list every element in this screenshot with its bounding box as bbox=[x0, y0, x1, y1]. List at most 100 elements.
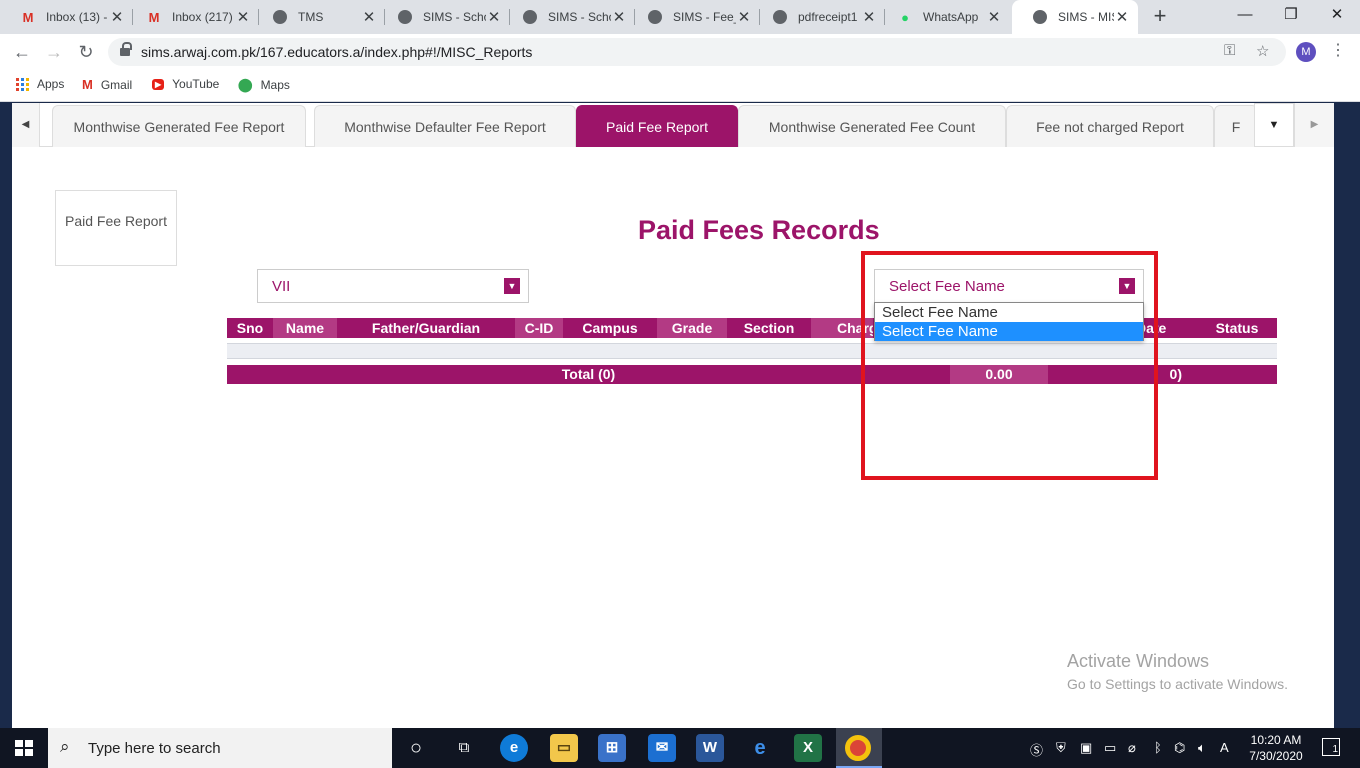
fee-name-option[interactable]: Select Fee Name bbox=[875, 303, 1143, 322]
browser-tab-title: SIMS - Scho bbox=[548, 10, 611, 24]
address-bar[interactable]: sims.arwaj.com.pk/167.educators.a/index.… bbox=[108, 38, 1286, 66]
taskbar-search[interactable]: ⌕ Type here to search bbox=[48, 728, 392, 768]
star-icon[interactable]: ☆ bbox=[1256, 42, 1269, 60]
tab-fee-not-charged[interactable]: Fee not charged Report bbox=[1006, 105, 1214, 147]
reload-button[interactable]: ↻ bbox=[74, 40, 98, 64]
column-header-charges[interactable]: Charg bbox=[811, 318, 873, 338]
scroll-left-icon[interactable]: ◀ bbox=[12, 103, 40, 147]
gmail-icon: M bbox=[82, 77, 93, 92]
wifi-off-icon[interactable]: ⌀ bbox=[1128, 740, 1136, 756]
close-icon[interactable]: ✕ bbox=[235, 8, 251, 26]
internet-explorer-icon[interactable]: e bbox=[746, 734, 774, 762]
globe-icon bbox=[397, 9, 413, 25]
skype-icon[interactable]: Ⓢ bbox=[1030, 740, 1043, 759]
lock-icon bbox=[120, 42, 132, 57]
windows-start-icon[interactable] bbox=[15, 740, 33, 756]
gmail-icon: M bbox=[148, 9, 160, 25]
column-header-name[interactable]: Name bbox=[273, 318, 337, 338]
back-button[interactable]: ← bbox=[10, 40, 34, 64]
browser-tab[interactable]: SIMS - Fee_ ✕ bbox=[627, 0, 760, 34]
bookmark-label: Apps bbox=[37, 77, 65, 91]
browser-tab-active[interactable]: SIMS - MIS ✕ bbox=[1012, 0, 1138, 34]
chrome-icon[interactable] bbox=[845, 735, 871, 761]
network-adapter-icon[interactable]: ▣ bbox=[1080, 740, 1092, 756]
close-icon[interactable]: ✕ bbox=[109, 8, 125, 26]
mail-icon[interactable]: ✉ bbox=[648, 734, 676, 762]
key-icon[interactable]: ⚿ bbox=[1224, 42, 1235, 59]
browser-tab[interactable]: pdfreceipt1 ✕ bbox=[752, 0, 885, 34]
chevron-down-icon: ▼ bbox=[504, 278, 520, 294]
monitor-icon[interactable]: ▭ bbox=[1104, 740, 1116, 756]
minimize-button[interactable]: — bbox=[1222, 0, 1268, 32]
watermark-title: Activate Windows bbox=[1067, 651, 1210, 671]
column-header-grade[interactable]: Grade bbox=[657, 318, 727, 338]
browser-tab[interactable]: SIMS - Scho ✕ bbox=[377, 0, 510, 34]
volume-icon[interactable]: 🔈︎ bbox=[1198, 740, 1206, 756]
bookmark-apps[interactable]: Apps bbox=[16, 77, 64, 91]
close-icon[interactable]: ✕ bbox=[986, 8, 1002, 26]
tabs-dropdown-icon[interactable]: ▼ bbox=[1254, 103, 1294, 147]
tab-monthwise-generated-fee-count[interactable]: Monthwise Generated Fee Count bbox=[738, 105, 1006, 147]
globe-icon bbox=[522, 9, 538, 25]
close-icon[interactable]: ✕ bbox=[361, 8, 377, 26]
word-icon[interactable]: W bbox=[696, 734, 724, 762]
column-header-sno[interactable]: Sno bbox=[227, 318, 273, 338]
table-footer: Total (0) 0.00 0) bbox=[227, 365, 1277, 384]
watermark-subtitle: Go to Settings to activate Windows. bbox=[1067, 676, 1288, 692]
tab-monthwise-generated-fee[interactable]: Monthwise Generated Fee Report bbox=[52, 105, 306, 147]
close-icon[interactable]: ✕ bbox=[486, 8, 502, 26]
bookmark-gmail[interactable]: M Gmail bbox=[82, 77, 132, 92]
browser-tab-title: TMS bbox=[298, 10, 324, 24]
excel-icon[interactable]: X bbox=[794, 734, 822, 762]
fee-name-select[interactable]: Select Fee Name ▼ bbox=[874, 269, 1144, 303]
whatsapp-icon: ● bbox=[901, 9, 909, 25]
column-header-section[interactable]: Section bbox=[727, 318, 811, 338]
browser-tab[interactable]: SIMS - Scho ✕ bbox=[502, 0, 635, 34]
bookmarks-bar: Apps M Gmail ▶ YouTube ⬤ Maps bbox=[0, 70, 1360, 102]
grade-select[interactable]: VII ▼ bbox=[257, 269, 529, 303]
bookmark-youtube[interactable]: ▶ YouTube bbox=[152, 77, 219, 91]
file-explorer-icon[interactable]: ▭ bbox=[550, 734, 578, 762]
clock-date: 7/30/2020 bbox=[1249, 749, 1303, 763]
column-header-father[interactable]: Father/Guardian bbox=[337, 318, 515, 338]
tab-paid-fee-report[interactable]: Paid Fee Report bbox=[576, 105, 738, 147]
scroll-right-icon[interactable]: ▶ bbox=[1294, 103, 1334, 147]
notification-icon[interactable]: 1 bbox=[1322, 738, 1340, 756]
menu-icon[interactable]: ⋮ bbox=[1330, 40, 1346, 60]
restore-button[interactable]: ❐ bbox=[1268, 0, 1314, 32]
avatar[interactable]: M bbox=[1296, 42, 1316, 62]
bookmark-maps[interactable]: ⬤ Maps bbox=[238, 77, 290, 93]
forward-button[interactable]: → bbox=[42, 40, 66, 64]
total-count: 0) bbox=[1169, 366, 1182, 382]
apps-grid-icon bbox=[16, 77, 29, 91]
column-header-cid[interactable]: C-ID bbox=[515, 318, 563, 338]
close-icon[interactable]: ✕ bbox=[611, 8, 627, 26]
store-icon[interactable]: ⊞ bbox=[598, 734, 626, 762]
close-icon[interactable]: ✕ bbox=[736, 8, 752, 26]
tab-more[interactable]: F bbox=[1214, 105, 1258, 147]
bluetooth-icon[interactable]: ᛒ bbox=[1154, 740, 1162, 755]
column-header-status[interactable]: Status bbox=[1197, 318, 1277, 338]
new-tab-button[interactable]: + bbox=[1148, 4, 1172, 28]
close-icon[interactable]: ✕ bbox=[861, 8, 877, 26]
column-header-campus[interactable]: Campus bbox=[563, 318, 657, 338]
side-card-paid-fee[interactable]: Paid Fee Report bbox=[55, 190, 177, 266]
shield-icon[interactable]: ⛨ bbox=[1056, 740, 1066, 756]
browser-tab[interactable]: ● WhatsApp ✕ bbox=[877, 0, 1010, 34]
browser-tab-title: pdfreceipt1 bbox=[798, 10, 858, 24]
system-clock[interactable]: 10:20 AM 7/30/2020 bbox=[1240, 732, 1312, 764]
close-window-button[interactable]: ✕ bbox=[1314, 0, 1360, 32]
browser-tab[interactable]: M Inbox (13) - ✕ bbox=[0, 0, 133, 34]
task-view-icon[interactable]: ⧉ bbox=[450, 734, 478, 762]
cortana-icon[interactable]: ○ bbox=[402, 734, 430, 762]
bookmark-label: YouTube bbox=[172, 77, 220, 91]
network-icon[interactable]: ⌬ bbox=[1174, 740, 1185, 756]
browser-tab[interactable]: M Inbox (217) ✕ bbox=[126, 0, 259, 34]
close-icon[interactable]: ✕ bbox=[1114, 8, 1130, 26]
chevron-down-icon: ▼ bbox=[1119, 278, 1135, 294]
browser-tab[interactable]: TMS ✕ bbox=[252, 0, 385, 34]
tab-monthwise-defaulter-fee[interactable]: Monthwise Defaulter Fee Report bbox=[314, 105, 576, 147]
language-icon[interactable]: A bbox=[1220, 740, 1229, 755]
fee-name-option-highlighted[interactable]: Select Fee Name bbox=[875, 322, 1143, 341]
edge-icon[interactable]: e bbox=[500, 734, 528, 762]
